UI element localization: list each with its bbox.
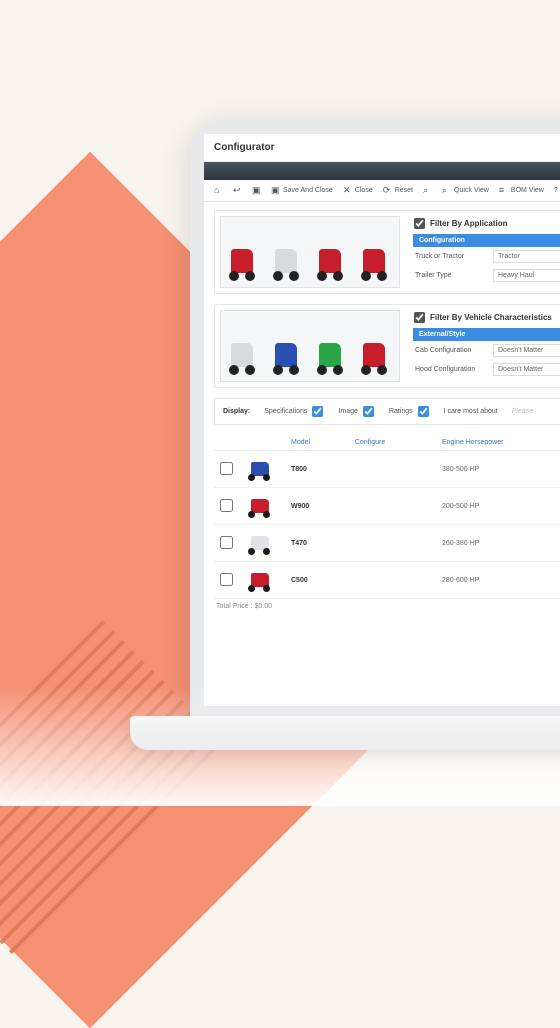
row-select-checkbox[interactable] xyxy=(220,573,233,586)
display-ratings-label: Ratings xyxy=(389,408,413,415)
application-row: Trailer Type Heavy Haul˅ xyxy=(413,266,560,285)
search-button[interactable]: ⌕ xyxy=(423,186,432,195)
care-about-select[interactable]: Please xyxy=(512,408,533,415)
truck-thumbnail xyxy=(245,531,279,555)
quick-view-button[interactable]: ⌕ Quick View xyxy=(442,186,489,195)
application-label: Trailer Type xyxy=(415,272,487,279)
reset-icon: ⟳ xyxy=(383,186,392,195)
bom-view-label: BOM View xyxy=(511,187,544,194)
truck-thumbnail xyxy=(245,568,279,592)
table-row: W900200-500 HP520-1,650 LB-FT2,200 RPM xyxy=(214,488,560,525)
filter-vehicle-title: Filter By Vehicle Characteristics xyxy=(430,313,552,322)
reset-button[interactable]: ⟳ Reset xyxy=(383,186,413,195)
vehicle-label: Cab Configuration xyxy=(415,347,487,354)
row-select-checkbox[interactable] xyxy=(220,462,233,475)
row-select-checkbox[interactable] xyxy=(220,536,233,549)
engine-hp-value: 200-500 HP xyxy=(436,488,560,525)
care-about-label: I care most about xyxy=(444,408,498,415)
vehicle-label: Hood Configuration xyxy=(415,366,487,373)
home-icon: ⌂ xyxy=(214,186,223,195)
bom-view-button[interactable]: ≡ BOM View xyxy=(499,186,544,195)
back-button[interactable]: ↩ xyxy=(233,186,242,195)
application-row: Truck or Tractor Tractor˅ xyxy=(413,247,560,266)
quick-view-icon: ⌕ xyxy=(442,186,451,195)
save-close-icon: ▣ xyxy=(271,186,280,195)
model-name[interactable]: T470 xyxy=(291,540,307,547)
total-price: Total Price : $0.00 xyxy=(214,599,560,610)
help-button[interactable]: ? xyxy=(554,187,558,194)
filter-application-section-label: Configuration xyxy=(413,234,560,247)
display-ratings-checkbox[interactable] xyxy=(418,406,429,417)
toolbar: ⌂ ↩ ▣ ▣ Save And Close ✕ Close ⟳ Reset ⌕… xyxy=(204,180,560,202)
application-trucks-image xyxy=(220,216,400,288)
display-specifications-label: Specifications xyxy=(264,408,307,415)
application-select[interactable]: Heavy Haul˅ xyxy=(493,269,560,282)
model-name[interactable]: C500 xyxy=(291,577,308,584)
vehicle-row: Hood Configuration Doesn't Matter˅ xyxy=(413,360,560,379)
filter-application-panel: Filter By Application Configuration Truc… xyxy=(214,210,560,294)
display-label: Display: xyxy=(223,408,250,415)
close-icon: ✕ xyxy=(343,186,352,195)
application-select[interactable]: Tractor˅ xyxy=(493,250,560,263)
app-screen: Configurator ⌂ ↩ ▣ ▣ Save And Close ✕ Cl… xyxy=(204,134,560,706)
close-label: Close xyxy=(355,187,373,194)
vehicle-row: Cab Configuration Doesn't Matter˅ xyxy=(413,341,560,360)
menubar[interactable] xyxy=(204,162,560,180)
quick-view-label: Quick View xyxy=(454,187,489,194)
content-area: Filter By Application Configuration Truc… xyxy=(204,202,560,620)
col-configure[interactable]: Configure xyxy=(349,435,436,451)
col-engine-hp[interactable]: Engine Horsepower xyxy=(436,435,560,451)
display-options-bar: Display: Specifications Image Ratings I … xyxy=(214,398,560,425)
laptop-frame: Configurator ⌂ ↩ ▣ ▣ Save And Close ✕ Cl… xyxy=(190,120,560,720)
home-button[interactable]: ⌂ xyxy=(214,186,223,195)
filter-vehicle-toggle[interactable] xyxy=(414,312,425,323)
display-image-label: Image xyxy=(338,408,357,415)
filter-vehicle-section-label: External/Style xyxy=(413,328,560,341)
filter-application-toggle[interactable] xyxy=(414,218,425,229)
close-button[interactable]: ✕ Close xyxy=(343,186,373,195)
filter-vehicle-panel: Filter By Vehicle Characteristics Extern… xyxy=(214,304,560,388)
row-select-checkbox[interactable] xyxy=(220,499,233,512)
display-specifications-checkbox[interactable] xyxy=(312,406,323,417)
vehicle-select[interactable]: Doesn't Matter˅ xyxy=(493,344,560,357)
list-icon: ≡ xyxy=(499,186,508,195)
application-label: Truck or Tractor xyxy=(415,253,487,260)
page-title: Configurator xyxy=(204,134,560,162)
vehicle-trucks-image xyxy=(220,310,400,382)
model-name[interactable]: T800 xyxy=(291,466,307,473)
help-label: ? xyxy=(554,187,558,194)
truck-thumbnail xyxy=(245,494,279,518)
save-and-close-button[interactable]: ▣ Save And Close xyxy=(271,186,333,195)
table-row: T800380-500 HP1,450-1,850 LB-FT2,200 RPM xyxy=(214,451,560,488)
reset-label: Reset xyxy=(395,187,413,194)
bottom-fade xyxy=(0,686,560,806)
engine-hp-value: 280-600 HP xyxy=(436,562,560,599)
save-and-close-label: Save And Close xyxy=(283,187,333,194)
search-icon: ⌕ xyxy=(423,186,432,195)
truck-thumbnail xyxy=(245,457,279,481)
engine-hp-value: 380-500 HP xyxy=(436,451,560,488)
col-model[interactable]: Model xyxy=(285,435,349,451)
table-row: T470260-380 HP660-1,300 LB-FT2,600 RPM xyxy=(214,525,560,562)
filter-application-title: Filter By Application xyxy=(430,219,508,228)
engine-hp-value: 260-380 HP xyxy=(436,525,560,562)
table-row: C500280-600 HP1,050-2,050 LB-FT350 LB-FT xyxy=(214,562,560,599)
display-image-checkbox[interactable] xyxy=(363,406,374,417)
model-name[interactable]: W900 xyxy=(291,503,309,510)
save-button[interactable]: ▣ xyxy=(252,186,261,195)
results-table: Model Configure Engine Horsepower Peak T… xyxy=(214,435,560,599)
back-icon: ↩ xyxy=(233,186,242,195)
save-icon: ▣ xyxy=(252,186,261,195)
vehicle-select[interactable]: Doesn't Matter˅ xyxy=(493,363,560,376)
